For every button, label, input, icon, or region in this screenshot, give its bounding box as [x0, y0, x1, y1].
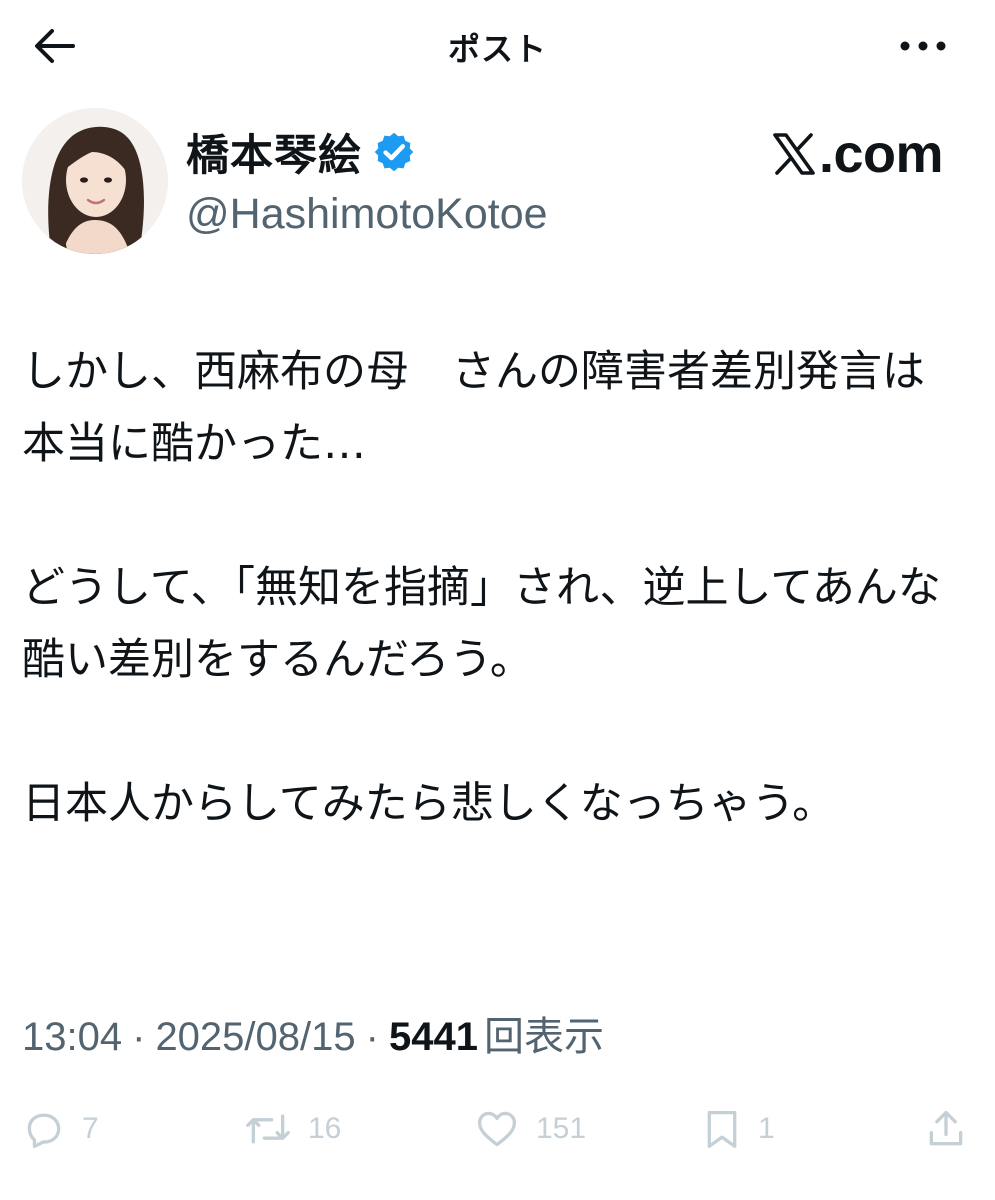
avatar[interactable]: [22, 108, 168, 254]
site-watermark: .com: [771, 124, 944, 184]
share-button[interactable]: [924, 1104, 968, 1154]
verified-badge-icon: [374, 132, 414, 172]
post-meta: 13:04 · 2025/08/15 · 5441 回表示: [22, 1004, 604, 1062]
post-text: しかし、西麻布の母 さんの障害者差別発言は本当に酷かった… どうして、「無知を指…: [22, 336, 952, 840]
x-logo-icon: [773, 133, 815, 175]
share-icon: [929, 1110, 963, 1146]
heart-icon: [477, 1111, 517, 1147]
meta-separator: ·: [132, 1015, 146, 1059]
repost-count: 16: [308, 1112, 342, 1145]
views-label: 回表示: [483, 1015, 604, 1059]
reply-icon: [27, 1113, 61, 1149]
post-paragraph: しかし、西麻布の母 さんの障害者差別発言は本当に酷かった…: [22, 347, 925, 469]
like-button[interactable]: 151: [474, 1104, 586, 1154]
post-time[interactable]: 13:04: [22, 1015, 122, 1060]
repost-button[interactable]: 16: [244, 1104, 341, 1154]
more-options-button[interactable]: [895, 26, 951, 66]
post-detail-screen: ポスト 橋本琴絵 @HashimotoKotoe .com しかし、西麻布の母 …: [0, 0, 995, 1200]
reply-button[interactable]: 7: [22, 1104, 99, 1154]
post-paragraph: どうして、「無知を指摘」され、逆上してあんな酷い差別をするんだろう。: [22, 563, 941, 685]
top-bar: ポスト: [0, 0, 995, 90]
action-bar: 7 16 151 1: [0, 1098, 995, 1158]
post-paragraph: 日本人からしてみたら悲しくなっちゃう。: [22, 779, 836, 829]
bookmark-icon: [707, 1111, 737, 1148]
site-domain: .com: [818, 124, 944, 184]
post-date[interactable]: 2025/08/15: [155, 1015, 355, 1060]
repost-icon: [246, 1114, 290, 1144]
bookmark-button[interactable]: 1: [702, 1104, 775, 1154]
page-title: ポスト: [447, 30, 547, 68]
avatar-portrait: [22, 108, 168, 254]
author-handle[interactable]: @HashimotoKotoe: [186, 190, 548, 239]
author-name-row[interactable]: 橋本琴絵: [186, 121, 416, 183]
views-count: 5441: [388, 1015, 478, 1059]
author-display-name[interactable]: 橋本琴絵: [186, 121, 362, 183]
meta-separator: ·: [365, 1015, 379, 1059]
bookmark-count: 1: [758, 1112, 775, 1145]
ellipsis-icon: [900, 41, 946, 51]
reply-count: 7: [82, 1112, 99, 1145]
like-count: 151: [536, 1112, 587, 1145]
